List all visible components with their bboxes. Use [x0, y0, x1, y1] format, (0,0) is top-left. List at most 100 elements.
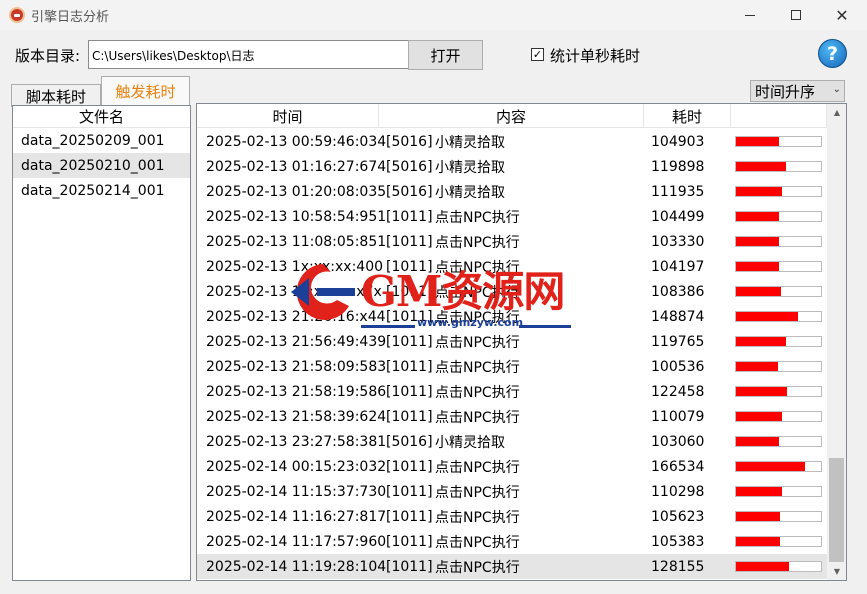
cell-bar [731, 254, 827, 279]
cell-code: [1011] [386, 458, 433, 475]
minimize-button[interactable] [727, 0, 773, 30]
stats-checkbox-label[interactable]: 统计单秒耗时 [550, 45, 640, 66]
duration-bar-fill [736, 212, 779, 221]
table-row[interactable]: 2025-02-14 11:15:37:730 [1011] 点击NPC执行 1102… [197, 479, 827, 504]
tab-trigger-time[interactable]: 触发耗时 [101, 76, 190, 105]
cell-bar [731, 154, 827, 179]
open-button[interactable]: 打开 [408, 40, 483, 70]
cell-bar [731, 179, 827, 204]
file-list-header[interactable]: 文件名 [13, 106, 190, 128]
cell-time: 2025-02-13 21:26:16:x44 [206, 308, 386, 325]
scrollbar-thumb[interactable] [829, 458, 844, 562]
cell-content: 小精灵拾取 [435, 184, 505, 201]
table-row[interactable]: 2025-02-13 01:16:27:674 [5016] 小精灵拾取 119898 [197, 154, 827, 179]
cell-bar [731, 379, 827, 404]
cell-code: [5016] [386, 433, 433, 450]
scroll-down-icon[interactable]: ▼ [827, 563, 846, 580]
duration-bar-fill [736, 362, 778, 371]
cell-bar [731, 554, 827, 579]
cell-content: 点击NPC执行 [435, 259, 520, 276]
cell-content: 点击NPC执行 [435, 534, 520, 551]
scroll-up-icon[interactable]: ▲ [827, 104, 846, 121]
close-button[interactable]: ✕ [819, 0, 865, 30]
cell-content: 点击NPC执行 [435, 384, 520, 401]
table-row[interactable]: 2025-02-13 21:26:16:x44 [1011] 点击NPC执行 1488… [197, 304, 827, 329]
stats-checkbox[interactable]: ✓ [531, 48, 544, 61]
file-list-panel: 文件名 data_20250209_001 data_20250210_001 … [12, 105, 191, 581]
cell-bar [731, 204, 827, 229]
table-row[interactable]: 2025-02-13 21:56:49:439 [1011] 点击NPC执行 1197… [197, 329, 827, 354]
cell-time: 2025-02-13 01:20:08:035 [206, 183, 387, 200]
duration-bar-fill [736, 287, 781, 296]
check-icon: ✓ [532, 48, 543, 61]
cell-content: 点击NPC执行 [435, 484, 520, 501]
cell-code: [1011] [386, 233, 433, 250]
cell-code: [1011] [386, 258, 433, 275]
cell-content: 小精灵拾取 [435, 159, 505, 176]
window-title: 引擎日志分析 [31, 10, 110, 25]
cell-content: 小精灵拾取 [435, 434, 505, 451]
header-duration[interactable]: 耗时 [644, 104, 731, 128]
vertical-scrollbar[interactable]: ▲ ▼ [827, 104, 846, 580]
duration-bar-track [735, 561, 822, 572]
table-row[interactable]: 2025-02-13 10:58:54:951 [1011] 点击NPC执行 1044… [197, 204, 827, 229]
maximize-button[interactable] [773, 0, 819, 30]
cell-time: 2025-02-13 21:56:49:439 [206, 333, 387, 350]
duration-bar-track [735, 186, 822, 197]
sort-select[interactable]: 时间升序 ⌄ [750, 80, 845, 102]
cell-time: 2025-02-13 01:16:27:674 [206, 158, 387, 175]
cell-time: 2025-02-14 00:15:23:032 [206, 458, 387, 475]
table-header: 时间 内容 耗时 [197, 104, 827, 128]
table-row[interactable]: 2025-02-14 11:19:28:104 [1011] 点击NPC执行 1281… [197, 554, 827, 579]
duration-bar-track [735, 336, 822, 347]
duration-bar-fill [736, 487, 782, 496]
table-row[interactable]: 2025-02-13 00:59:46:034 [5016] 小精灵拾取 104903 [197, 129, 827, 154]
table-row[interactable]: 2025-02-13 01:20:08:035 [5016] 小精灵拾取 111935 [197, 179, 827, 204]
cell-code: [1011] [386, 483, 433, 500]
duration-bar-fill [736, 262, 779, 271]
cell-code: [5016] [386, 158, 433, 175]
duration-bar-fill [736, 562, 789, 571]
file-list-item[interactable]: data_20250210_001 [13, 153, 190, 178]
table-row[interactable]: 2025-02-14 00:15:23:032 [1011] 点击NPC执行 1665… [197, 454, 827, 479]
table-row[interactable]: 2025-02-13 21:58:39:624 [1011] 点击NPC执行 1100… [197, 404, 827, 429]
file-list-item[interactable]: data_20250214_001 [13, 178, 190, 203]
file-list-item[interactable]: data_20250209_001 [13, 128, 190, 153]
duration-bar-fill [736, 137, 779, 146]
cell-code: [1011] [386, 383, 433, 400]
cell-time: 2025-02-13 00:59:46:034 [206, 133, 387, 150]
table-row[interactable]: 2025-02-13 21:58:09:583 [1011] 点击NPC执行 1005… [197, 354, 827, 379]
table-row[interactable]: 2025-02-14 11:16:27:817 [1011] 点击NPC执行 1056… [197, 504, 827, 529]
duration-bar-track [735, 136, 822, 147]
duration-bar-fill [736, 337, 786, 346]
duration-bar-track [735, 211, 822, 222]
duration-bar-fill [736, 512, 780, 521]
cell-duration: 110079 [651, 408, 705, 425]
cell-time: 2025-02-13 21:58:19:586 [206, 383, 387, 400]
cell-bar [731, 354, 827, 379]
table-row[interactable]: 2025-02-13 21:58:19:586 [1011] 点击NPC执行 1224… [197, 379, 827, 404]
tab-script-time[interactable]: 脚本耗时 [11, 84, 101, 107]
cell-time: 2025-02-13 1x:xx:xx:x7x [206, 283, 382, 300]
path-input[interactable]: C:\Users\likes\Desktop\日志 [88, 40, 409, 69]
table-row[interactable]: 2025-02-13 23:27:58:381 [5016] 小精灵拾取 103060 [197, 429, 827, 454]
table-row[interactable]: 2025-02-13 1x:xx:xx:400 [1011] 点击NPC执行 1041… [197, 254, 827, 279]
header-time[interactable]: 时间 [197, 104, 379, 128]
duration-bar-track [735, 511, 822, 522]
header-bar [731, 104, 827, 128]
table-row[interactable]: 2025-02-13 1x:xx:xx:x7x [1011] 点击NPC执行 1083… [197, 279, 827, 304]
cell-duration: 122458 [651, 383, 705, 400]
close-icon: ✕ [835, 5, 849, 25]
cell-code: [1011] [386, 333, 433, 350]
help-icon[interactable]: ? [818, 39, 847, 68]
duration-bar-fill [736, 237, 779, 246]
chevron-down-icon: ⌄ [832, 84, 841, 95]
cell-code: [5016] [386, 133, 433, 150]
table-row[interactable]: 2025-02-14 11:17:57:960 [1011] 点击NPC执行 1053… [197, 529, 827, 554]
cell-time: 2025-02-13 11:08:05:851 [206, 233, 387, 250]
header-content[interactable]: 内容 [379, 104, 644, 128]
table-row[interactable]: 2025-02-13 11:08:05:851 [1011] 点击NPC执行 1033… [197, 229, 827, 254]
cell-content: 点击NPC执行 [435, 409, 520, 426]
cell-time: 2025-02-14 11:17:57:960 [206, 533, 387, 550]
duration-bar-track [735, 411, 822, 422]
